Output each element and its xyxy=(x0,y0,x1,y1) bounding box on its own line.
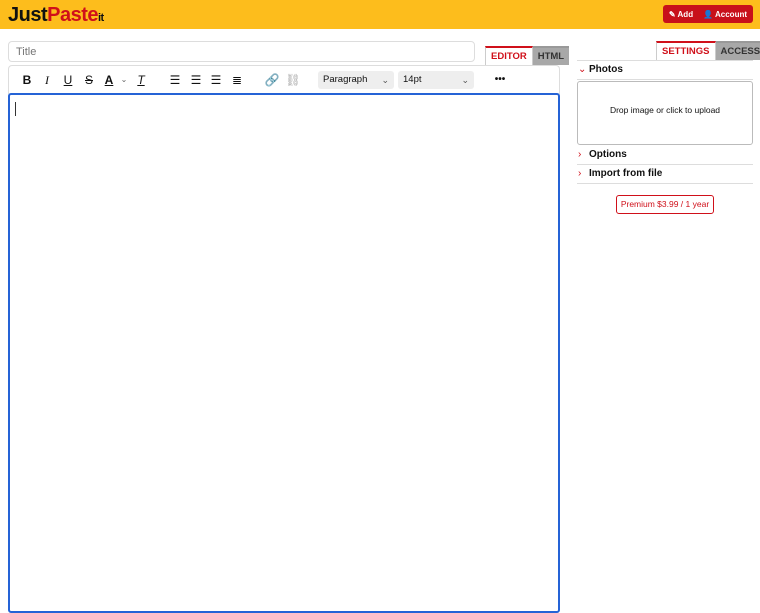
header-buttons: ✎ Add 👤 Account xyxy=(662,5,753,23)
photos-section-header[interactable]: ⌄ Photos xyxy=(577,61,753,80)
header: JustPasteit ✎ Add 👤 Account xyxy=(0,0,760,29)
link-icon[interactable]: 🔗 xyxy=(264,72,280,88)
editor-content[interactable] xyxy=(8,93,560,613)
import-section-header[interactable]: › Import from file xyxy=(577,165,753,184)
align-right-icon[interactable]: ☰ xyxy=(208,72,224,88)
align-left-icon[interactable]: ☰ xyxy=(167,72,183,88)
chevron-down-icon[interactable]: ⌄ xyxy=(116,72,132,88)
title-input[interactable] xyxy=(8,41,475,62)
align-center-icon[interactable]: ☰ xyxy=(188,72,204,88)
chevron-down-icon: ⌄ xyxy=(578,64,587,75)
chevron-down-icon: ⌄ xyxy=(381,75,389,85)
user-icon: 👤 xyxy=(703,9,714,19)
chevron-right-icon: › xyxy=(578,149,582,160)
sidebar-tabs: SETTINGS ACCESS xyxy=(656,41,760,60)
font-size-select[interactable]: 14pt ⌄ xyxy=(398,71,474,89)
block-format-select[interactable]: Paragraph ⌄ xyxy=(318,71,394,89)
unlink-icon[interactable]: ⛓ xyxy=(285,72,301,88)
clear-format-icon[interactable]: T xyxy=(133,72,149,88)
chevron-right-icon: › xyxy=(578,168,582,179)
chevron-down-icon: ⌄ xyxy=(461,75,469,85)
more-icon[interactable]: ••• xyxy=(492,72,508,88)
logo[interactable]: JustPasteit xyxy=(8,3,104,30)
editor-tabs: EDITOR HTML xyxy=(485,46,570,65)
tab-settings[interactable]: SETTINGS xyxy=(656,41,716,60)
editor-toolbar: B I U S A ⌄ T ☰ ☰ ☰ ≣ 🔗 ⛓ Paragraph ⌄ 14p… xyxy=(8,65,560,94)
premium-button[interactable]: Premium $3.99 / 1 year xyxy=(616,195,714,214)
tab-html[interactable]: HTML xyxy=(532,46,570,65)
account-button[interactable]: 👤 Account xyxy=(703,10,747,19)
justify-icon[interactable]: ≣ xyxy=(229,72,245,88)
photo-upload-dropzone[interactable]: Drop image or click to upload xyxy=(577,81,753,145)
tab-editor[interactable]: EDITOR xyxy=(485,46,533,65)
underline-icon[interactable]: U xyxy=(60,72,76,88)
italic-icon[interactable]: I xyxy=(39,72,55,88)
edit-icon: ✎ xyxy=(668,9,676,19)
text-cursor xyxy=(15,102,16,116)
tab-access[interactable]: ACCESS xyxy=(715,41,760,60)
strikethrough-icon[interactable]: S xyxy=(81,72,97,88)
add-button[interactable]: ✎ Add xyxy=(669,10,693,19)
text-color-icon[interactable]: A xyxy=(101,72,117,88)
bold-icon[interactable]: B xyxy=(19,72,35,88)
options-section-header[interactable]: › Options xyxy=(577,146,753,165)
